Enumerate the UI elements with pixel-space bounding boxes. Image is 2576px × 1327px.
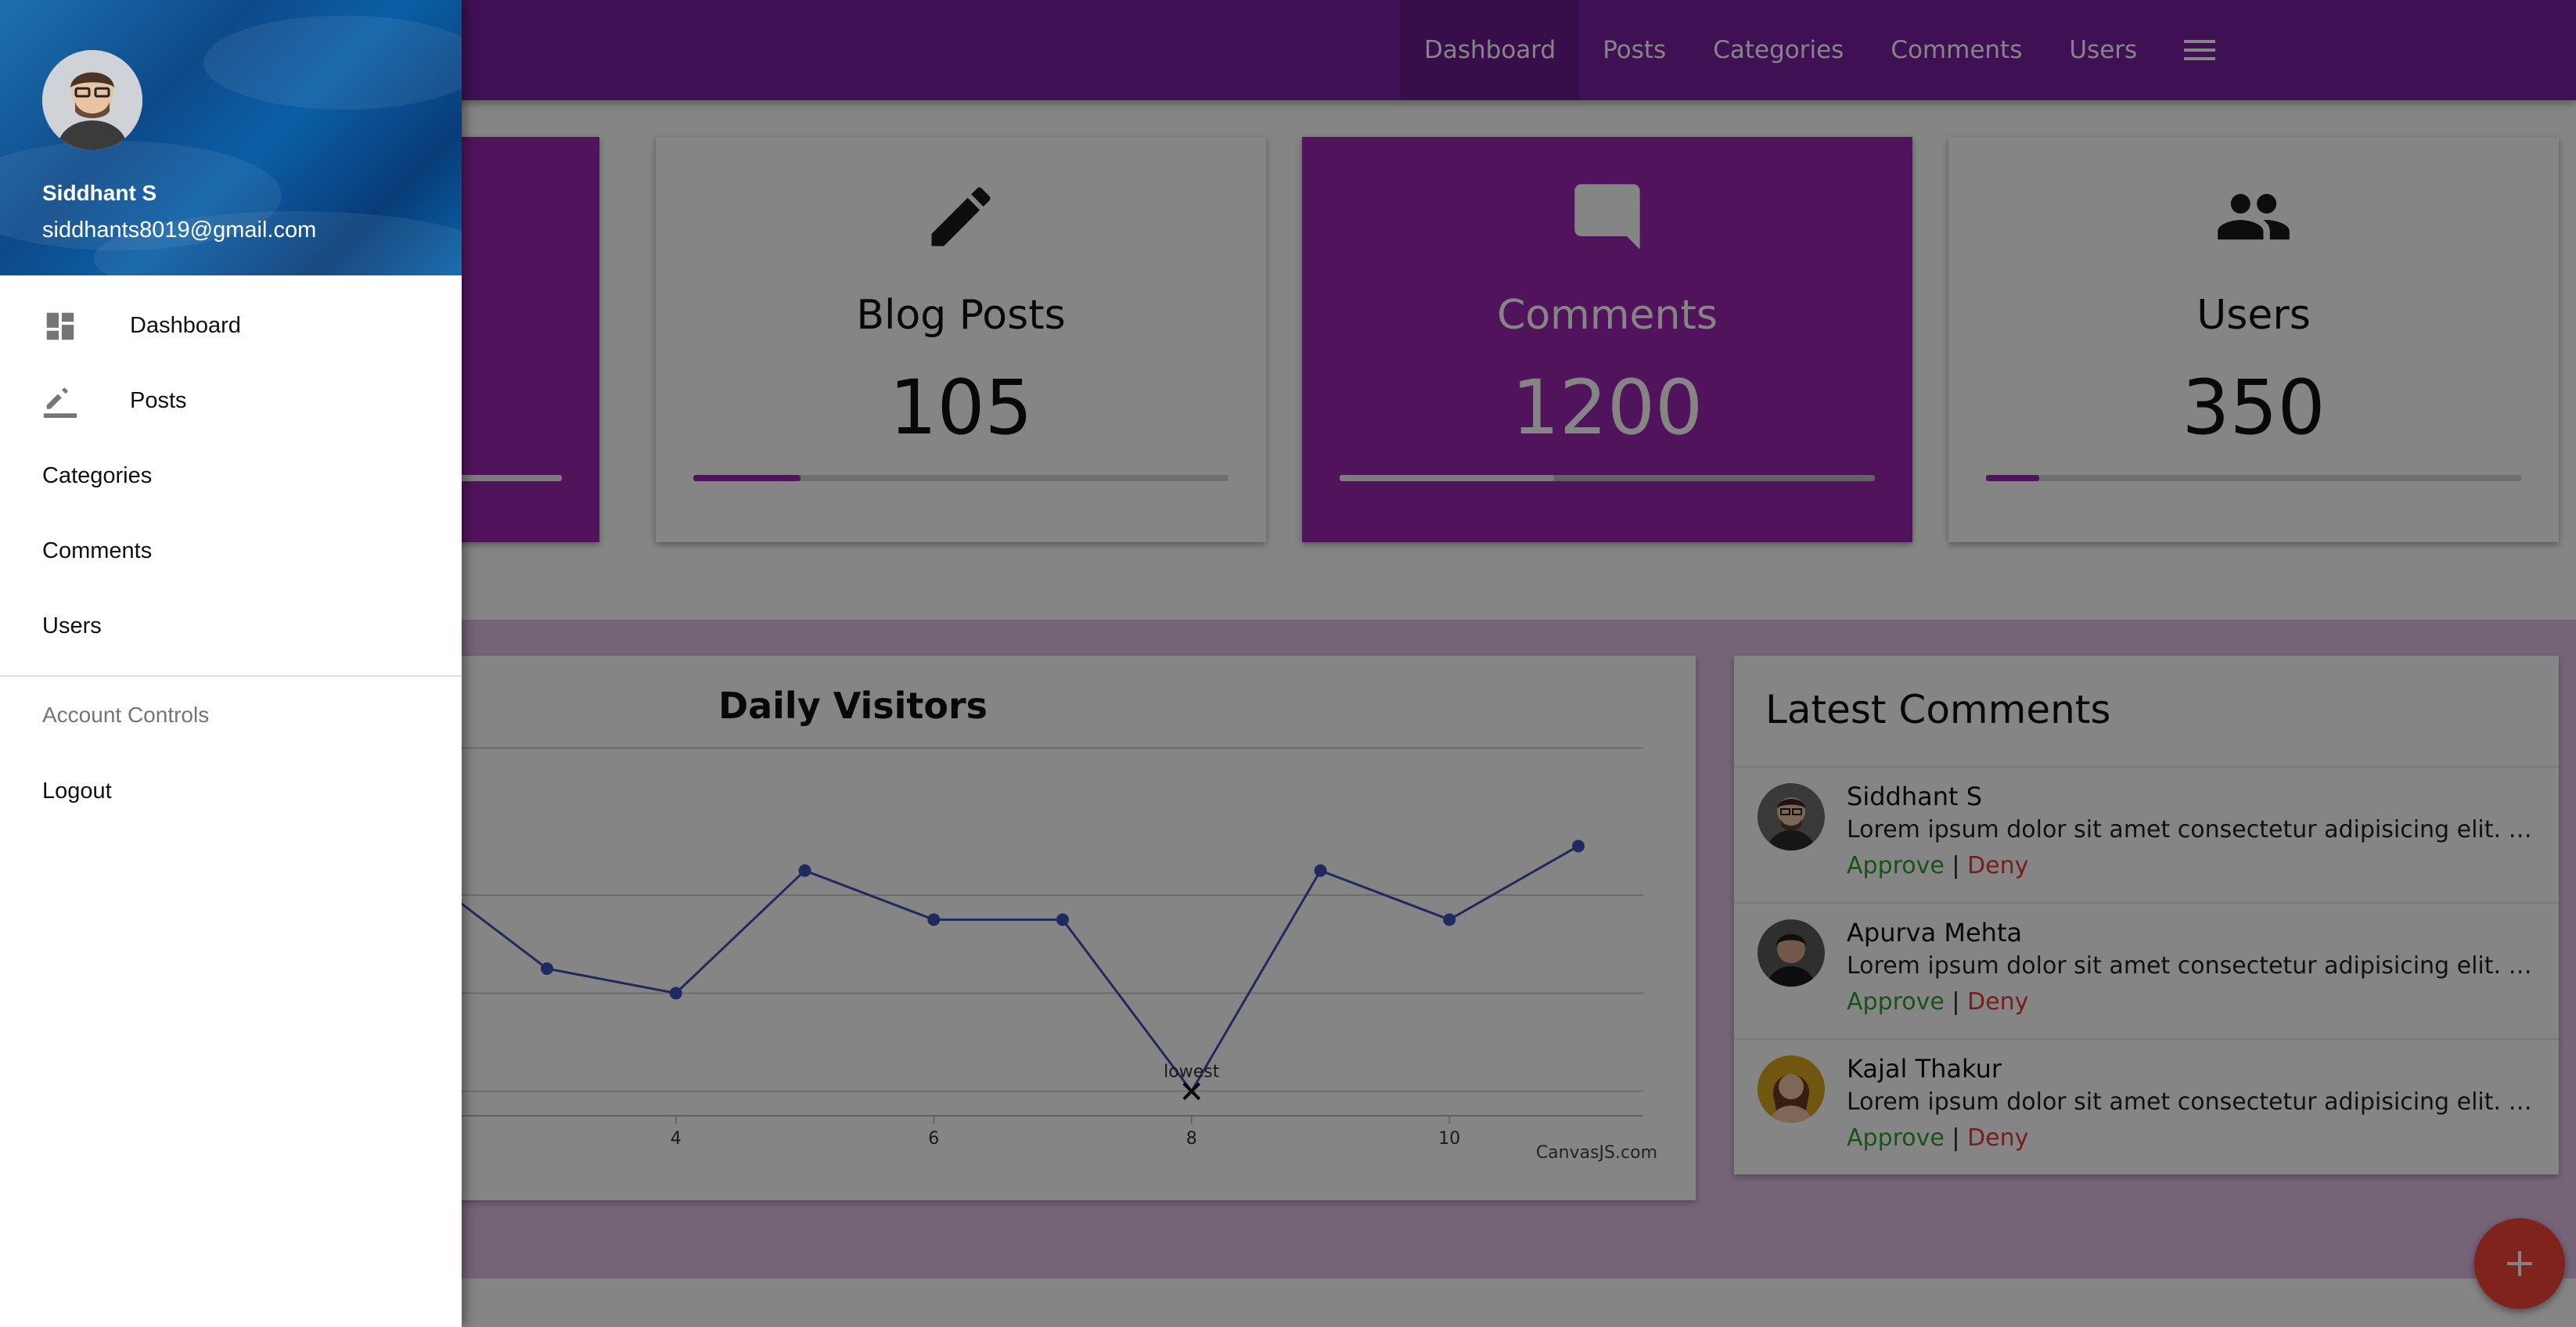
drawer-item-label: Users (42, 613, 102, 638)
account-controls-header: Account Controls (42, 703, 210, 727)
drawer-user-email: siddhants8019@gmail.com (42, 218, 317, 243)
side-drawer: Siddhant S siddhants8019@gmail.com Dashb… (0, 0, 462, 1327)
logout-label: Logout (42, 778, 112, 804)
header-background-shape (203, 16, 462, 110)
drawer-item-logout[interactable]: Logout (0, 753, 462, 829)
drawer-item-users[interactable]: Users (0, 588, 462, 664)
drawer-user-name: Siddhant S (42, 181, 157, 205)
drawer-item-posts[interactable]: Posts (0, 363, 462, 438)
drawer-item-dashboard[interactable]: Dashboard (0, 288, 462, 363)
drawer-item-label: Posts (130, 387, 187, 413)
drawer-item-label: Dashboard (130, 312, 241, 338)
edit-icon (43, 387, 77, 419)
drawer-item-label: Categories (42, 462, 153, 488)
dashboard-icon (46, 312, 74, 340)
drawer-item-label: Comments (42, 538, 153, 563)
drawer-divider (0, 675, 462, 677)
drawer-header: Siddhant S siddhants8019@gmail.com (0, 0, 462, 275)
user-avatar[interactable] (42, 50, 142, 150)
drawer-item-comments[interactable]: Comments (0, 513, 462, 588)
drawer-item-categories[interactable]: Categories (0, 438, 462, 513)
